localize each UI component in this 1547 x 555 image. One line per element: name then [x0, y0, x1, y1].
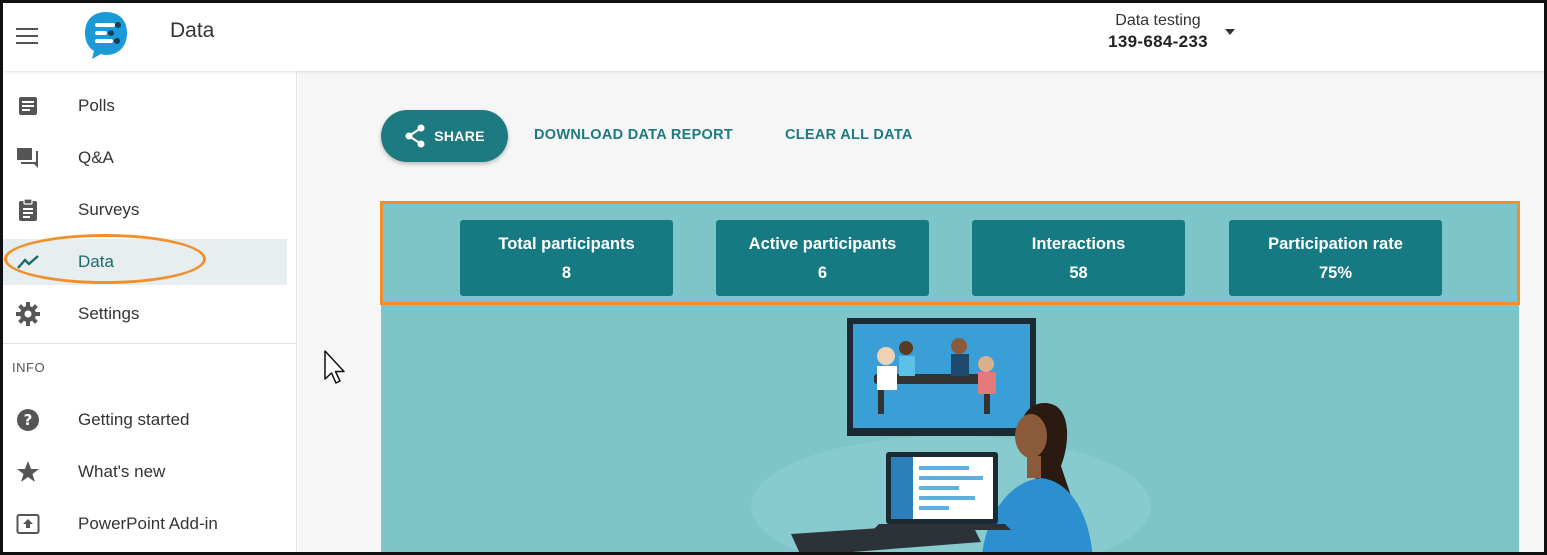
- stat-card-active-participants: Active participants 6: [716, 220, 929, 296]
- stat-value: 75%: [1318, 264, 1353, 282]
- svg-text:?: ?: [24, 411, 33, 429]
- top-bar: Data Data testing 139-684-233: [3, 3, 1544, 71]
- stat-value: 6: [817, 264, 828, 282]
- page-title: Data: [170, 19, 215, 42]
- sidebar-item-label: PowerPoint Add-in: [78, 514, 218, 533]
- sidebar: Polls Q&A Surveys Data Settings INFO ? G…: [3, 71, 297, 552]
- session-name: Data testing: [1115, 12, 1201, 29]
- share-button-label: SHARE: [434, 128, 485, 144]
- stat-card-participation-rate: Participation rate 75%: [1229, 220, 1442, 296]
- trend-line-icon: [15, 249, 41, 275]
- sidebar-item-label: Settings: [78, 304, 140, 323]
- session-selector[interactable]: Data testing 139-684-233: [1098, 12, 1218, 52]
- mouse-cursor-icon: [324, 350, 345, 384]
- app-logo: [81, 9, 131, 61]
- caret-down-icon[interactable]: [1225, 29, 1235, 35]
- info-heading: INFO: [12, 360, 46, 375]
- sidebar-item-label: Data: [78, 252, 114, 271]
- stat-value: 8: [561, 264, 572, 282]
- chat-icon: [15, 145, 41, 171]
- stat-label: Participation rate: [1268, 235, 1403, 253]
- session-code: 139-684-233: [1108, 32, 1208, 51]
- sidebar-item-powerpoint-add-in[interactable]: PowerPoint Add-in: [3, 501, 287, 547]
- stat-card-total-participants: Total participants 8: [460, 220, 673, 296]
- gear-icon: [15, 301, 41, 327]
- sidebar-item-label: Surveys: [78, 200, 140, 219]
- data-panel: Total participants 8 Active participants…: [381, 202, 1519, 552]
- help-icon: ?: [15, 407, 41, 433]
- stat-value: 58: [1069, 264, 1088, 282]
- share-button[interactable]: SHARE: [381, 110, 508, 162]
- app-window: Data Data testing 139-684-233 Polls Q&A …: [3, 3, 1544, 552]
- sidebar-item-data[interactable]: Data: [3, 239, 287, 285]
- stat-label: Total participants: [498, 235, 635, 253]
- download-data-report-button[interactable]: DOWNLOAD DATA REPORT: [534, 127, 733, 143]
- sidebar-item-whats-new[interactable]: What's new: [3, 449, 287, 495]
- main-content: SHARE DOWNLOAD DATA REPORT CLEAR ALL DAT…: [298, 71, 1544, 552]
- share-icon: [405, 124, 425, 148]
- stat-label: Active participants: [748, 235, 897, 253]
- menu-icon[interactable]: [14, 23, 40, 49]
- sidebar-item-label: Q&A: [78, 148, 114, 167]
- stat-card-interactions: Interactions 58: [972, 220, 1185, 296]
- sidebar-item-qa[interactable]: Q&A: [3, 135, 287, 181]
- clipboard-icon: [15, 197, 41, 223]
- divider: [3, 343, 297, 344]
- clear-all-data-button[interactable]: CLEAR ALL DATA: [785, 127, 913, 143]
- star-icon: [15, 459, 41, 485]
- upload-icon: [15, 511, 41, 537]
- sidebar-item-label: Getting started: [78, 410, 190, 429]
- sidebar-item-label: What's new: [78, 462, 166, 481]
- sidebar-item-label: Polls: [78, 96, 115, 115]
- meeting-illustration: [751, 318, 1151, 552]
- document-icon: [15, 93, 41, 119]
- sidebar-item-settings[interactable]: Settings: [3, 291, 287, 337]
- sidebar-item-getting-started[interactable]: ? Getting started: [3, 397, 287, 443]
- sidebar-item-surveys[interactable]: Surveys: [3, 187, 287, 233]
- stat-label: Interactions: [1031, 235, 1126, 253]
- sidebar-item-polls[interactable]: Polls: [3, 83, 287, 129]
